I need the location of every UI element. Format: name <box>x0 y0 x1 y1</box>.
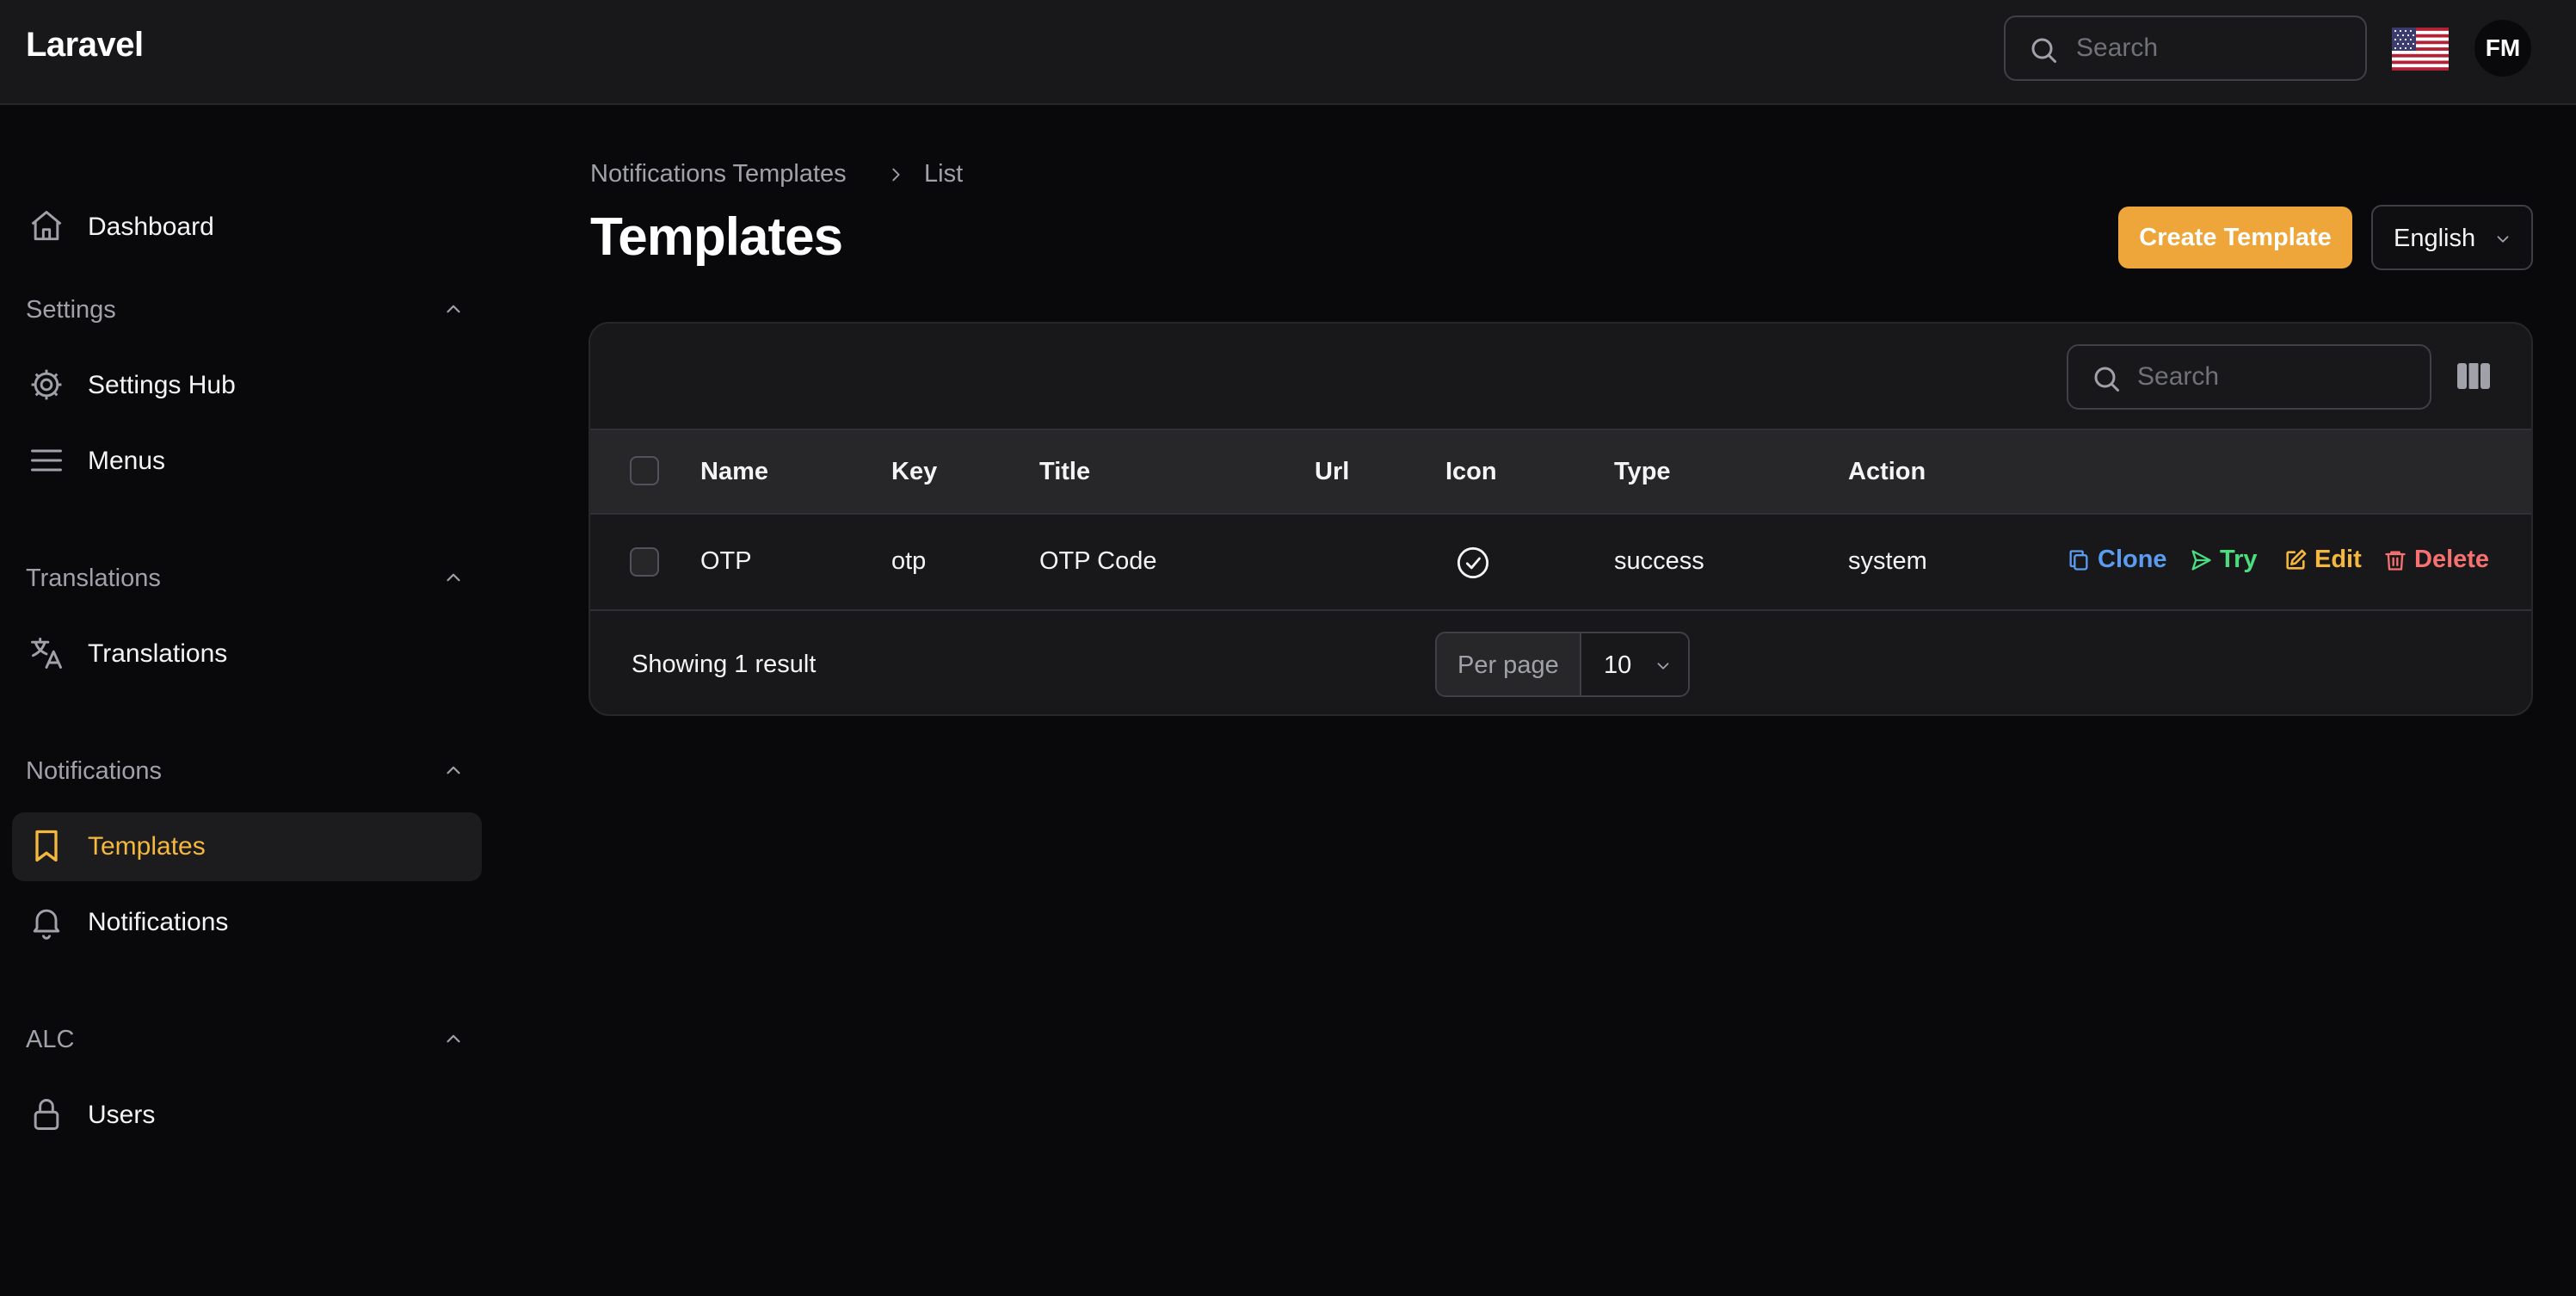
copy-icon <box>2067 547 2091 573</box>
column-header-name[interactable]: Name <box>700 458 768 486</box>
per-page-label-box: Per page <box>1437 633 1581 695</box>
cell-action: system <box>1848 547 1927 575</box>
per-page-value: 10 <box>1604 651 1632 679</box>
chevron-down-icon <box>1654 657 1673 676</box>
sidebar-item-label: Translations <box>88 639 228 668</box>
cell-type: success <box>1614 547 1704 575</box>
templates-table-card: Search Name Key Title Url Icon Type Acti… <box>589 322 2533 716</box>
sidebar-group-label: ALC <box>26 1026 75 1053</box>
home-icon <box>28 207 65 245</box>
user-avatar[interactable]: FM <box>2474 20 2531 77</box>
language-select[interactable]: English <box>2371 205 2533 270</box>
search-icon <box>2028 34 2059 65</box>
column-header-url[interactable]: Url <box>1315 458 1349 486</box>
sidebar-group-label: Notifications <box>26 757 162 785</box>
table-row[interactable]: OTP otp OTP Code success system Clone Tr… <box>590 515 2531 611</box>
bookmark-icon <box>28 827 65 865</box>
sidebar-item-templates[interactable]: Templates <box>12 812 482 881</box>
menu-icon <box>28 441 65 479</box>
sidebar-item-notifications[interactable]: Notifications <box>12 888 482 957</box>
per-page-select[interactable]: Per page 10 <box>1435 632 1690 697</box>
chevron-up-icon <box>442 759 465 781</box>
table-header-row: Name Key Title Url Icon Type Action <box>590 429 2531 515</box>
global-search-placeholder: Search <box>2076 34 2159 62</box>
table-search-input[interactable]: Search <box>2067 344 2431 410</box>
create-template-button[interactable]: Create Template <box>2118 207 2352 268</box>
chevron-up-icon <box>442 566 465 589</box>
clone-label: Clone <box>2098 546 2167 573</box>
chevron-up-icon <box>442 298 465 320</box>
bell-icon <box>28 903 65 941</box>
sidebar-item-label: Notifications <box>88 908 229 936</box>
table-search-placeholder: Search <box>2137 362 2220 391</box>
sidebar-group-alc[interactable]: ALC <box>26 1022 465 1057</box>
trash-icon <box>2383 547 2407 573</box>
try-label: Try <box>2220 546 2258 573</box>
check-circle-icon <box>1456 546 1490 580</box>
sidebar-group-label: Settings <box>26 296 116 324</box>
breadcrumb-current: List <box>924 160 964 188</box>
column-header-type[interactable]: Type <box>1614 458 1671 486</box>
sidebar-item-label: Users <box>88 1101 156 1129</box>
page-title: Templates <box>590 207 843 267</box>
sidebar-group-notifications[interactable]: Notifications <box>26 754 465 788</box>
sidebar-item-translations[interactable]: Translations <box>12 620 482 688</box>
cell-name: OTP <box>700 547 752 575</box>
top-bar: Laravel Search FM <box>0 0 2576 105</box>
breadcrumb-parent-link[interactable]: Notifications Templates <box>590 160 847 188</box>
chevron-right-icon <box>886 165 905 184</box>
sidebar-item-label: Templates <box>88 832 206 861</box>
delete-label: Delete <box>2414 546 2490 573</box>
cell-title: OTP Code <box>1039 547 1157 575</box>
column-header-key[interactable]: Key <box>891 458 937 486</box>
translate-icon <box>28 634 65 672</box>
per-page-label: Per page <box>1457 651 1559 679</box>
sidebar-item-label: Dashboard <box>88 213 214 241</box>
lock-icon <box>28 1095 65 1133</box>
cell-key: otp <box>891 547 927 575</box>
row-select-checkbox[interactable] <box>630 547 659 577</box>
column-header-action[interactable]: Action <box>1848 458 1926 486</box>
send-icon <box>2189 547 2213 573</box>
sidebar-item-dashboard[interactable]: Dashboard <box>12 193 482 262</box>
chevron-up-icon <box>442 1028 465 1050</box>
sidebar-item-settings-hub[interactable]: Settings Hub <box>12 351 482 420</box>
sidebar-item-menus[interactable]: Menus <box>12 427 482 496</box>
brand-logo[interactable]: Laravel <box>26 26 144 65</box>
sidebar-item-label: Menus <box>88 447 166 475</box>
chevron-down-icon <box>2493 230 2512 249</box>
result-count: Showing 1 result <box>632 651 817 678</box>
global-search-input[interactable]: Search <box>2004 15 2367 81</box>
column-header-icon[interactable]: Icon <box>1445 458 1497 486</box>
table-footer: Showing 1 result Per page 10 <box>590 611 2531 714</box>
gear-icon <box>28 366 65 404</box>
sidebar-item-label: Settings Hub <box>88 371 236 399</box>
sidebar-group-label: Translations <box>26 565 161 592</box>
select-all-checkbox[interactable] <box>630 456 659 485</box>
column-toggle-icon[interactable] <box>2457 363 2490 389</box>
sidebar: Dashboard Settings Settings Hub Menus Tr… <box>0 105 482 1296</box>
language-select-value: English <box>2394 225 2476 252</box>
sidebar-item-users[interactable]: Users <box>12 1081 482 1150</box>
search-icon <box>2091 363 2122 394</box>
column-header-title[interactable]: Title <box>1039 458 1090 486</box>
edit-icon <box>2283 547 2308 573</box>
us-flag-icon[interactable] <box>2392 28 2449 71</box>
sidebar-group-settings[interactable]: Settings <box>26 293 465 327</box>
sidebar-group-translations[interactable]: Translations <box>26 561 465 596</box>
edit-label: Edit <box>2314 546 2362 573</box>
